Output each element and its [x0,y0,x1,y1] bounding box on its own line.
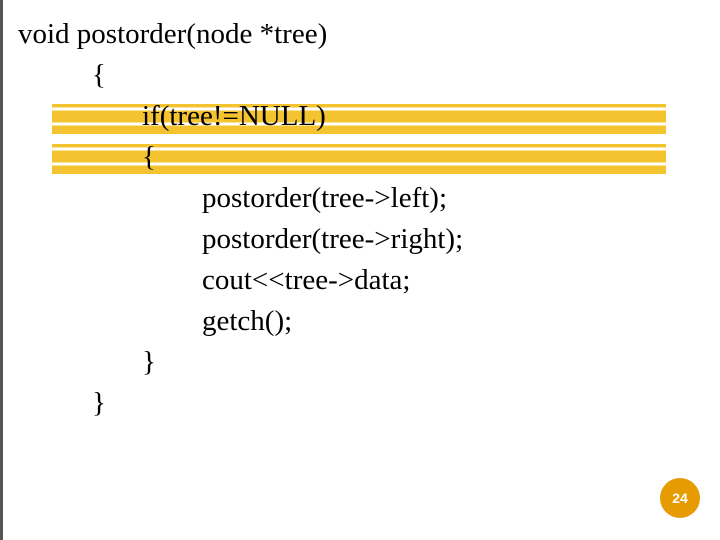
code-line-5: postorder(tree->left); [18,178,463,219]
code-line-4: { [18,137,463,178]
code-line-1: void postorder(node *tree) [18,14,463,55]
code-line-7: cout<<tree->data; [18,260,463,301]
code-line-9: } [18,342,463,383]
code-line-8: getch(); [18,301,463,342]
code-line-6: postorder(tree->right); [18,219,463,260]
code-line-3: if(tree!=NULL) [18,96,463,137]
gutter-line [0,0,3,540]
code-line-2: { [18,55,463,96]
page-number: 24 [672,490,688,506]
code-block: void postorder(node *tree) { if(tree!=NU… [18,14,463,424]
code-line-10: } [18,383,463,424]
page-number-badge: 24 [660,478,700,518]
